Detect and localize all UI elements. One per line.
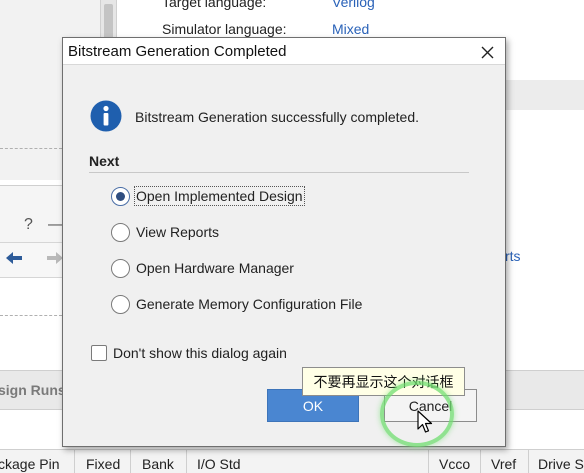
dont-show-again-checkbox[interactable] <box>91 345 107 361</box>
dashed-divider <box>0 315 62 316</box>
dialog-title: Bitstream Generation Completed <box>68 43 287 60</box>
dont-show-again-label: Don't show this dialog again <box>113 345 287 361</box>
next-section-heading: Next <box>89 153 120 169</box>
design-runs-tab[interactable]: sign Runs <box>0 382 66 398</box>
option-view-reports[interactable]: View Reports <box>111 221 219 243</box>
column-separator <box>74 450 75 473</box>
dont-show-again-option[interactable]: Don't show this dialog again <box>91 342 287 364</box>
property-label-target-language: Target language: <box>162 0 267 10</box>
property-value-simulator-language[interactable]: Mixed <box>332 21 369 37</box>
column-separator <box>186 450 187 473</box>
column-separator <box>130 450 131 473</box>
help-button[interactable]: ? <box>24 216 33 234</box>
column-separator <box>428 450 429 473</box>
reports-link[interactable]: rts <box>505 248 521 264</box>
column-header-package-pin[interactable]: ckage Pin <box>0 456 59 472</box>
column-header-vref[interactable]: Vref <box>491 456 516 472</box>
column-header-fixed[interactable]: Fixed <box>86 456 120 472</box>
column-separator <box>528 450 529 473</box>
column-header-vcco[interactable]: Vcco <box>439 456 470 472</box>
property-value-target-language[interactable]: Verilog <box>332 0 375 10</box>
section-divider <box>89 172 469 173</box>
radio-button-selected[interactable] <box>111 186 130 206</box>
option-label: View Reports <box>136 224 220 240</box>
radio-button[interactable] <box>111 294 130 314</box>
column-header-io-std[interactable]: I/O Std <box>197 456 241 472</box>
radio-button[interactable] <box>111 258 130 278</box>
close-button[interactable] <box>477 42 497 62</box>
mouse-pointer-icon <box>417 410 433 433</box>
option-label: Open Implemented Design <box>134 186 305 206</box>
column-header-bank[interactable]: Bank <box>142 456 174 472</box>
background-section-band <box>505 80 584 110</box>
column-header-drive-strength[interactable]: Drive S <box>538 456 584 472</box>
option-open-hardware-manager[interactable]: Open Hardware Manager <box>111 257 294 279</box>
dialog-titlebar[interactable]: Bitstream Generation Completed <box>63 38 505 65</box>
success-message: Bitstream Generation successfully comple… <box>135 109 420 125</box>
close-icon <box>481 46 493 58</box>
column-separator <box>480 450 481 473</box>
option-label: Generate Memory Configuration File <box>136 296 363 312</box>
property-label-simulator-language: Simulator language: <box>162 21 287 37</box>
dashed-divider <box>0 148 62 149</box>
option-generate-memory-config-file[interactable]: Generate Memory Configuration File <box>111 293 362 315</box>
arrow-left-icon[interactable] <box>5 250 23 266</box>
info-icon <box>90 100 122 132</box>
option-open-implemented-design[interactable]: Open Implemented Design <box>111 185 305 207</box>
option-label: Open Hardware Manager <box>136 260 294 276</box>
radio-button[interactable] <box>111 222 130 242</box>
